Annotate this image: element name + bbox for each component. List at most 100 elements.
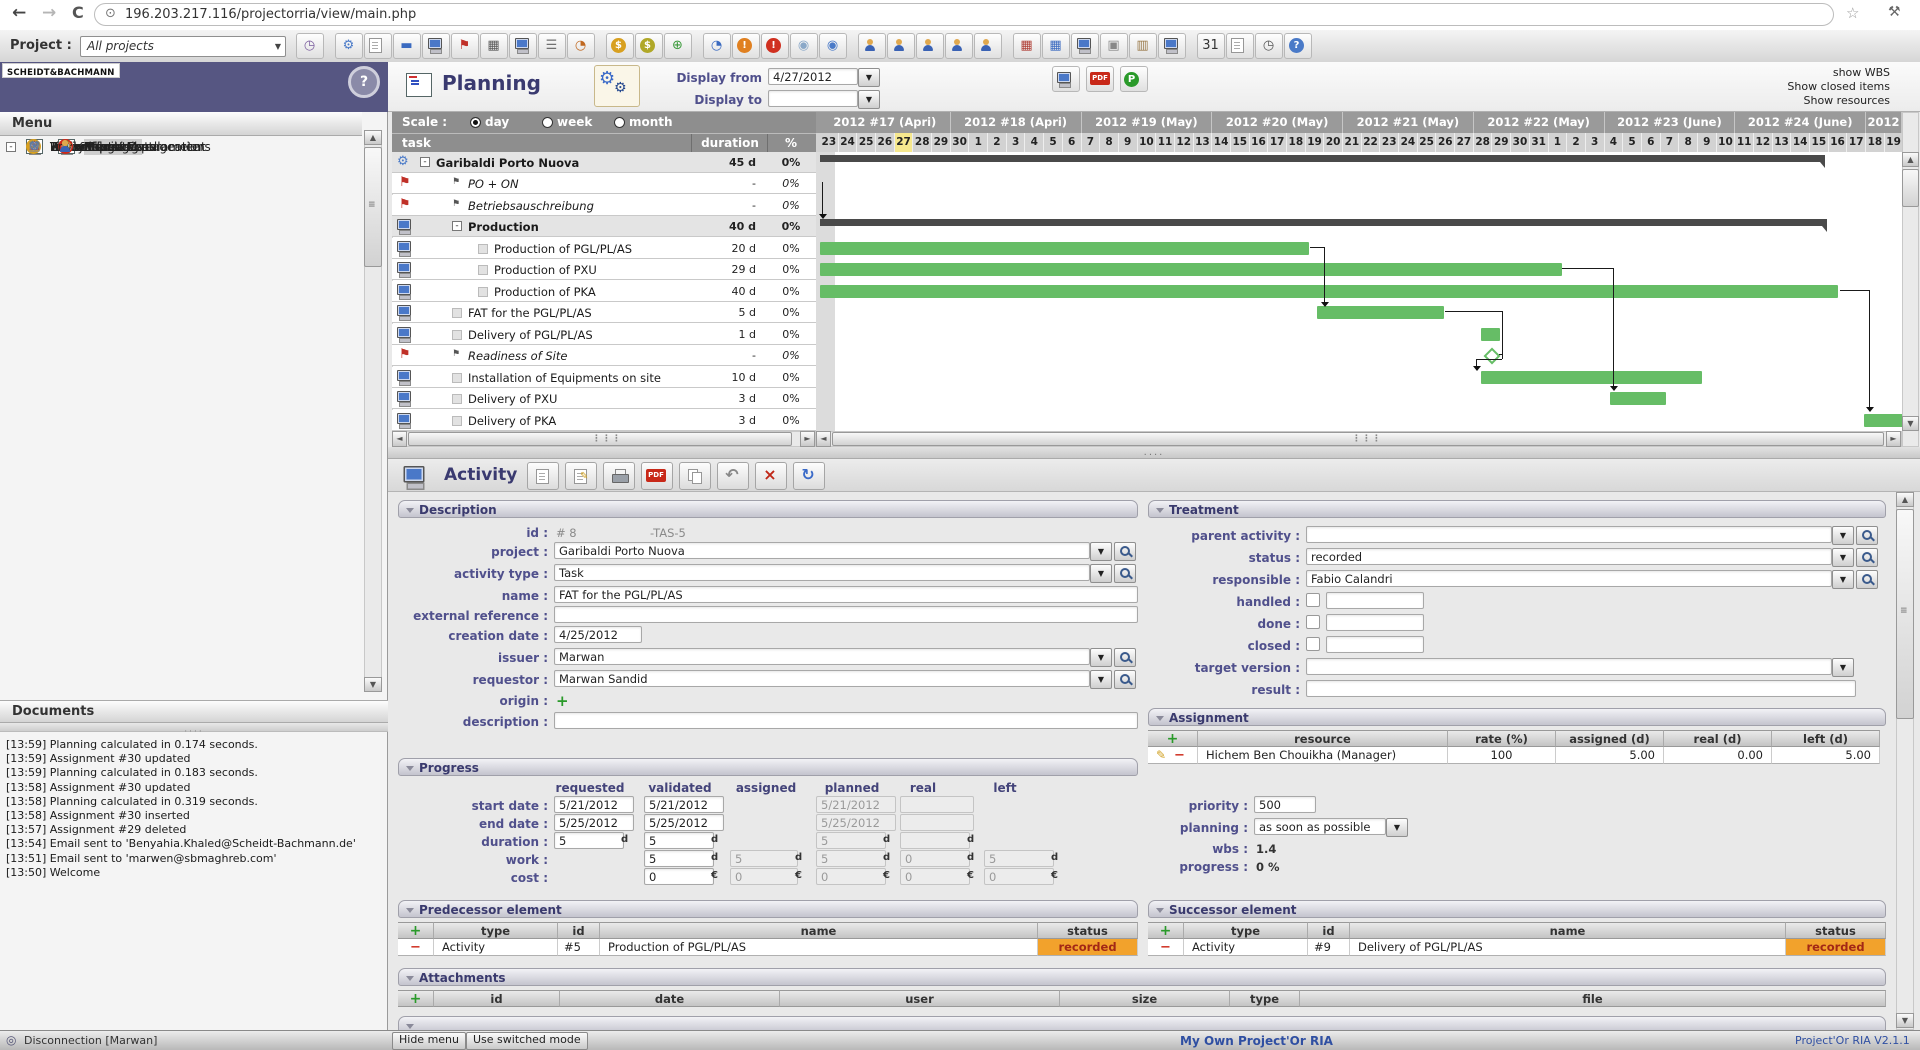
export-project-button[interactable]: P	[1120, 66, 1148, 92]
gantt-bar-fat-for-the-pgl-pl-as[interactable]	[1317, 306, 1444, 319]
browser-tools-icon[interactable]: ⚒	[1888, 4, 1901, 20]
name-field[interactable]: FAT for the PGL/PL/AS	[554, 586, 1138, 603]
planning-mode-dropdown[interactable]: ▼	[1386, 818, 1408, 837]
gantt-bar-production-of-pgl-pl-as[interactable]	[820, 242, 1309, 255]
sidebar-item-alerts[interactable]: !Alerts	[0, 510, 360, 532]
gantt-milestone-readiness-of-site[interactable]	[1483, 348, 1500, 365]
use-switched-mode-button[interactable]: Use switched mode	[466, 1032, 588, 1050]
sidebar-item-activities[interactable]: Activities	[0, 246, 360, 268]
closed-checkbox[interactable]	[1306, 637, 1320, 651]
successor-type-cell[interactable]: Activity	[1184, 939, 1308, 956]
toolbar-button-archive[interactable]: ▥	[1129, 33, 1157, 59]
planning-mode-select[interactable]: as soon as possible	[1254, 818, 1386, 835]
status-dropdown[interactable]: ▼	[1832, 548, 1854, 567]
tree-expander-icon[interactable]: -	[420, 157, 430, 167]
predecessor-type-cell[interactable]: Activity	[434, 939, 558, 956]
help-badge[interactable]: ?	[348, 66, 380, 98]
print-button[interactable]	[603, 462, 635, 490]
gantt-bar-installation-of-equipments-on-site[interactable]	[1481, 371, 1701, 384]
disconnect-icon[interactable]: ◎	[6, 1033, 16, 1047]
sidebar-item-actions[interactable]: ▦Actions	[0, 290, 360, 312]
sidebar-item-financial[interactable]: +$Financial	[0, 400, 360, 422]
task-row-production-of-pxu[interactable]: Production of PXU29 d0%	[392, 259, 816, 280]
tree-expander-icon[interactable]: -	[452, 221, 462, 231]
toolbar-button-activities[interactable]	[422, 33, 450, 59]
display-to-dropdown[interactable]: ▼	[858, 90, 880, 109]
display-from-input[interactable]: 4/27/2012	[768, 68, 858, 85]
toolbar-button-notes[interactable]	[1226, 33, 1254, 59]
task-row-installation-of-equipments-on-site[interactable]: Installation of Equipments on site10 d0%	[392, 367, 816, 388]
toolbar-button-clients[interactable]	[945, 33, 973, 59]
toolbar-button-projects[interactable]: ⚙	[335, 33, 363, 59]
gantt-vscroll-down-icon[interactable]: ▼	[1902, 416, 1919, 431]
description-section-header[interactable]: Description	[398, 500, 1138, 518]
requestor-search-icon[interactable]	[1114, 670, 1136, 689]
toolbar-button-timesheet[interactable]: $	[635, 33, 663, 59]
toolbar-button-meetings[interactable]	[509, 33, 537, 59]
gantt-bar-delivery-of-pka[interactable]	[1864, 414, 1902, 427]
project-search-icon[interactable]	[1114, 542, 1136, 561]
sidebar-item-real-work-allocation[interactable]: ◷Real work allocation	[0, 334, 360, 356]
task-row-po-on[interactable]: ⚑⚑PO + ON-0%	[392, 173, 816, 194]
toolbar-button-teams[interactable]	[974, 33, 1002, 59]
sidebar-item-emails-sent[interactable]: ✉Emails sent	[0, 488, 360, 510]
export-pdf-button[interactable]: PDF	[641, 462, 673, 490]
toolbar-button-milestones[interactable]: ⚑	[451, 33, 479, 59]
successor-name-cell[interactable]: Delivery of PGL/PL/AS	[1350, 939, 1786, 956]
done-date-field[interactable]	[1326, 614, 1424, 631]
toolbar-button-alerts-orange[interactable]: !	[732, 33, 760, 59]
description-field[interactable]	[554, 712, 1138, 729]
forward-icon[interactable]: →	[42, 3, 56, 23]
gantt-bar-delivery-of-pgl-pl-as[interactable]	[1481, 328, 1500, 341]
gantt-vscroll-up-icon[interactable]: ▲	[1902, 152, 1919, 167]
scale-radio-day[interactable]	[470, 117, 481, 128]
successor-section-header[interactable]: Successor element	[1148, 900, 1886, 918]
assignment-rate-cell[interactable]: 100	[1448, 747, 1556, 764]
add-icon[interactable]: +	[410, 923, 422, 939]
sidebar-item-projects[interactable]: ⚙Projects	[0, 158, 360, 180]
url-box[interactable]: ⊙ 196.203.217.116/projectorria/view/main…	[94, 3, 1834, 26]
parent-activity-search-icon[interactable]	[1856, 526, 1878, 545]
origin-add-icon[interactable]: +	[556, 692, 569, 710]
activity-type-dropdown[interactable]: ▼	[1090, 564, 1112, 583]
documents-header[interactable]: Documents	[0, 700, 388, 723]
toolbar-button-user[interactable]	[858, 33, 886, 59]
issuer-field[interactable]: Marwan	[554, 648, 1090, 665]
toolbar-button-calendar-blue[interactable]: ▦	[1042, 33, 1070, 59]
remove-icon[interactable]: −	[410, 939, 421, 956]
gantt-summary-bar-production[interactable]	[820, 219, 1827, 226]
project-field[interactable]: Garibaldi Porto Nuova	[554, 542, 1090, 559]
target-version-field[interactable]	[1306, 658, 1832, 675]
assignment-assigned-cell[interactable]: 5.00	[1556, 747, 1664, 764]
sidebar-item-work[interactable]: -Work	[0, 202, 360, 224]
undo-button[interactable]: ↶	[717, 462, 749, 490]
new-document-button[interactable]	[527, 462, 559, 490]
scale-label-month[interactable]: month	[629, 115, 673, 129]
sidebar-item-environmental-parameters[interactable]: -⊕Environmental parameters	[0, 576, 360, 598]
start-requested[interactable]: 5/21/2012	[554, 796, 634, 813]
assignment-real-cell[interactable]: 0.00	[1664, 747, 1772, 764]
sidebar-item-follow-up[interactable]: -Follow-up	[0, 312, 360, 334]
sidebar-item-planning[interactable]: Planning	[0, 356, 360, 378]
gantt-bar-delivery-of-pxu[interactable]	[1610, 392, 1666, 405]
task-hscroll-left-icon[interactable]: ◄	[392, 431, 407, 447]
toolbar-button-users[interactable]	[887, 33, 915, 59]
delete-button[interactable]: ×	[755, 462, 787, 490]
assignment-resource-cell[interactable]: Hichem Ben Chouikha (Manager)	[1198, 747, 1448, 764]
priority-field[interactable]: 500	[1254, 796, 1316, 813]
task-row-production[interactable]: -Production40 d0%	[392, 216, 816, 237]
creation-date-field[interactable]: 4/25/2012	[554, 626, 642, 643]
bookmark-star-icon[interactable]: ☆	[1846, 4, 1859, 22]
gantt-bar-production-of-pka[interactable]	[820, 285, 1838, 298]
responsible-dropdown[interactable]: ▼	[1832, 570, 1854, 589]
parent-activity-dropdown[interactable]: ▼	[1832, 526, 1854, 545]
handled-checkbox[interactable]	[1306, 593, 1320, 607]
attachments-section-header[interactable]: Attachments	[398, 968, 1886, 986]
edit-icon[interactable]: ✎	[1156, 747, 1166, 764]
toolbar-button-messages-blue[interactable]: ◉	[819, 33, 847, 59]
progress-section-header[interactable]: Progress	[398, 758, 1138, 776]
sidebar-item-documents[interactable]: Documents	[0, 180, 360, 202]
task-row-betriebsauschreibung[interactable]: ⚑⚑Betriebsauschreibung-0%	[392, 195, 816, 216]
save-button[interactable]: ✎	[565, 462, 597, 490]
done-checkbox[interactable]	[1306, 615, 1320, 629]
